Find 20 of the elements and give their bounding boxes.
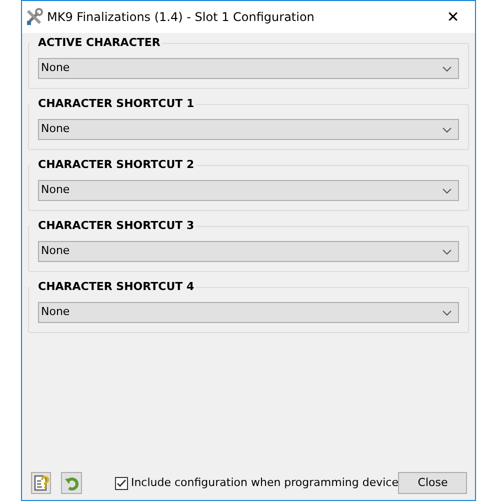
dropdown[interactable]: None <box>38 241 459 262</box>
tools-icon <box>25 8 43 26</box>
dropdown[interactable]: None <box>38 119 459 140</box>
window-title: MK9 Finalizations (1.4) - Slot 1 Configuration <box>47 9 314 26</box>
close-button[interactable]: ✕ <box>431 2 475 32</box>
dropdown[interactable]: None <box>38 58 459 79</box>
chevron-down-icon <box>442 66 452 72</box>
chevron-down-icon <box>442 310 452 316</box>
checkbox[interactable] <box>114 476 128 490</box>
close-dialog-button[interactable]: Close <box>398 472 468 494</box>
checkbox-label: Include configuration when programming device <box>130 474 398 491</box>
undo-button[interactable] <box>61 472 82 494</box>
help-document-icon <box>33 475 50 491</box>
dropdown[interactable]: None <box>38 302 459 323</box>
chevron-down-icon <box>442 188 452 194</box>
dropdown[interactable]: None <box>38 180 459 201</box>
undo-arrow-icon <box>64 475 80 491</box>
chevron-down-icon <box>442 126 452 132</box>
chevron-down-icon <box>442 248 452 254</box>
help-button[interactable] <box>31 472 52 494</box>
